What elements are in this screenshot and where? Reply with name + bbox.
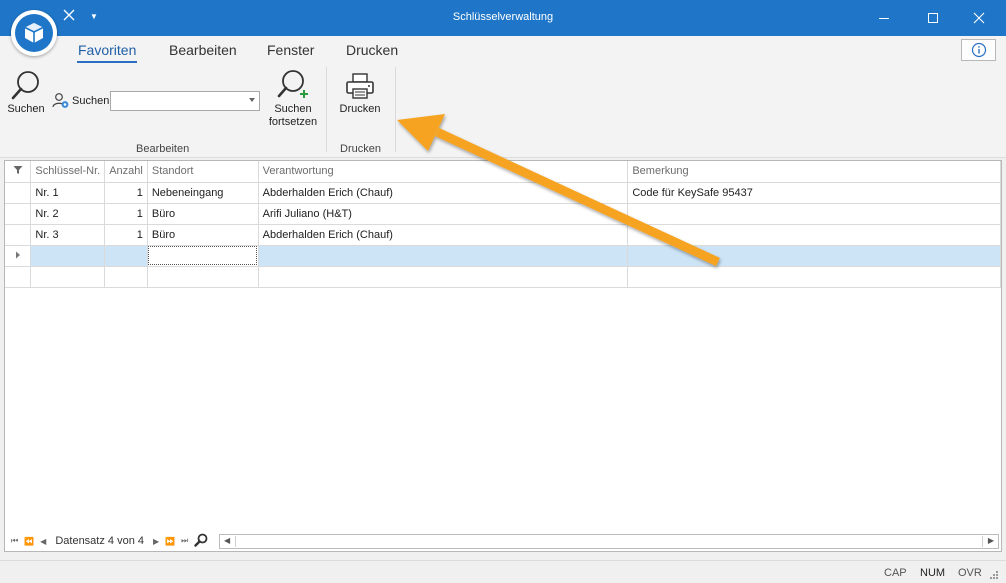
search-continue-button[interactable]: Suchen fortsetzen — [266, 69, 320, 129]
ribbon-separator — [326, 67, 327, 152]
next-page-icon[interactable]: ⏩ — [165, 537, 175, 546]
prev-record-icon[interactable]: ◀ — [40, 537, 46, 546]
title-bar: ▼ Schlüsselverwaltung — [0, 0, 1006, 36]
tab-fenster[interactable]: Fenster — [267, 42, 314, 58]
cell-standort[interactable]: Büro — [147, 224, 259, 246]
app-logo[interactable] — [11, 10, 57, 56]
empty-row[interactable] — [5, 266, 1001, 288]
record-navigator: ⏮ ⏪ ◀ Datensatz 4 von 4 ▶ ⏩ ⏭ ◀ ▶ — [5, 531, 1001, 551]
num-lock-indicator: NUM — [920, 567, 946, 579]
cell-anzahl[interactable] — [104, 245, 148, 267]
cell-nr[interactable]: Nr. 3 — [30, 224, 106, 246]
cell-bemerkung[interactable]: Code für KeySafe 95437 — [627, 182, 1001, 204]
next-record-icon[interactable]: ▶ — [153, 537, 159, 546]
cell-standort[interactable]: Büro — [147, 203, 259, 225]
cell-verantwortung[interactable]: Arifi Juliano (H&T) — [258, 203, 629, 225]
window-title: Schlüsselverwaltung — [452, 11, 554, 23]
cell-nr[interactable]: Nr. 1 — [30, 182, 106, 204]
maximize-button[interactable] — [910, 0, 956, 36]
info-button[interactable] — [961, 39, 996, 61]
first-record-icon[interactable]: ⏮ — [11, 536, 18, 546]
column-header-bemerkung[interactable]: Bemerkung — [627, 161, 1001, 183]
ribbon-separator — [395, 67, 396, 152]
grid-table: Schlüssel-Nr. Anzahl Standort Verantwort… — [5, 161, 1001, 288]
ribbon-panel: Suchen Suchen Suchen fortsetzen Bearbeit… — [0, 63, 1006, 158]
new-record-row[interactable] — [5, 245, 1001, 267]
printer-icon — [346, 73, 374, 99]
cell-verantwortung[interactable]: Abderhalden Erich (Chauf) — [258, 224, 629, 246]
column-header-verantwortung[interactable]: Verantwortung — [258, 161, 629, 183]
table-row[interactable]: Nr. 1 1 Nebeneingang Abderhalden Erich (… — [5, 182, 1001, 204]
cell-bemerkung[interactable] — [627, 224, 1001, 246]
scroll-left-icon[interactable]: ◀ — [224, 536, 230, 545]
caps-lock-indicator: CAP — [884, 567, 907, 579]
cell-verantwortung[interactable]: Abderhalden Erich (Chauf) — [258, 182, 629, 204]
ribbon-tabs: Favoriten Bearbeiten Fenster Drucken — [0, 36, 1006, 63]
cell-anzahl[interactable]: 1 — [104, 224, 148, 246]
cell-bemerkung[interactable] — [627, 203, 1001, 225]
table-row[interactable]: Nr. 3 1 Büro Abderhalden Erich (Chauf) — [5, 224, 1001, 246]
magnifier-plus-icon — [277, 70, 308, 98]
overwrite-indicator: OVR — [958, 567, 982, 579]
search-button[interactable]: Suchen — [6, 69, 46, 116]
row-indicator[interactable] — [5, 224, 32, 246]
record-position: Datensatz 4 von 4 — [55, 535, 144, 547]
row-pointer-icon[interactable] — [5, 245, 32, 267]
scroll-right-icon[interactable]: ▶ — [988, 536, 994, 545]
last-record-icon[interactable]: ⏭ — [181, 536, 188, 546]
prev-page-icon[interactable]: ⏪ — [24, 537, 34, 546]
filter-icon[interactable] — [5, 161, 32, 183]
horizontal-scrollbar[interactable]: ◀ ▶ — [219, 534, 999, 549]
row-indicator[interactable] — [5, 203, 32, 225]
header-row: Schlüssel-Nr. Anzahl Standort Verantwort… — [5, 161, 1001, 183]
tab-favoriten[interactable]: Favoriten — [77, 42, 138, 63]
column-header-nr[interactable]: Schlüssel-Nr. — [30, 161, 106, 183]
resize-grip-icon[interactable] — [989, 570, 999, 583]
tab-bearbeiten[interactable]: Bearbeiten — [169, 42, 237, 58]
user-search-icon[interactable] — [52, 92, 70, 110]
search-combobox[interactable] — [110, 91, 260, 111]
cell-bemerkung[interactable] — [627, 245, 1001, 267]
cell-verantwortung[interactable] — [258, 245, 629, 267]
column-header-standort[interactable]: Standort — [147, 161, 259, 183]
data-grid[interactable]: Schlüssel-Nr. Anzahl Standort Verantwort… — [4, 160, 1002, 552]
group-label-edit: Bearbeiten — [136, 143, 190, 155]
close-button[interactable] — [956, 0, 1002, 36]
print-button[interactable]: Drucken — [336, 71, 384, 116]
status-bar: CAP NUM OVR — [0, 560, 1006, 583]
minimize-button[interactable] — [861, 0, 907, 36]
cell-nr[interactable]: Nr. 2 — [30, 203, 106, 225]
group-label-print: Drucken — [340, 143, 381, 155]
cell-standort[interactable]: Nebeneingang — [147, 182, 259, 204]
table-row[interactable]: Nr. 2 1 Büro Arifi Juliano (H&T) — [5, 203, 1001, 225]
tab-drucken[interactable]: Drucken — [346, 42, 398, 58]
cell-standort-editing[interactable] — [147, 245, 259, 267]
chevron-down-icon[interactable] — [249, 98, 255, 102]
cell-anzahl[interactable]: 1 — [104, 182, 148, 204]
search-icon[interactable] — [194, 533, 208, 550]
cell-nr[interactable] — [30, 245, 106, 267]
row-indicator[interactable] — [5, 182, 32, 204]
column-header-anzahl[interactable]: Anzahl — [104, 161, 148, 183]
scrollbar-thumb[interactable] — [235, 536, 983, 547]
magnifier-icon — [11, 71, 39, 100]
search-user-label: Suchen — [72, 95, 110, 107]
cell-anzahl[interactable]: 1 — [104, 203, 148, 225]
info-icon — [971, 42, 986, 58]
box-icon — [24, 23, 44, 43]
